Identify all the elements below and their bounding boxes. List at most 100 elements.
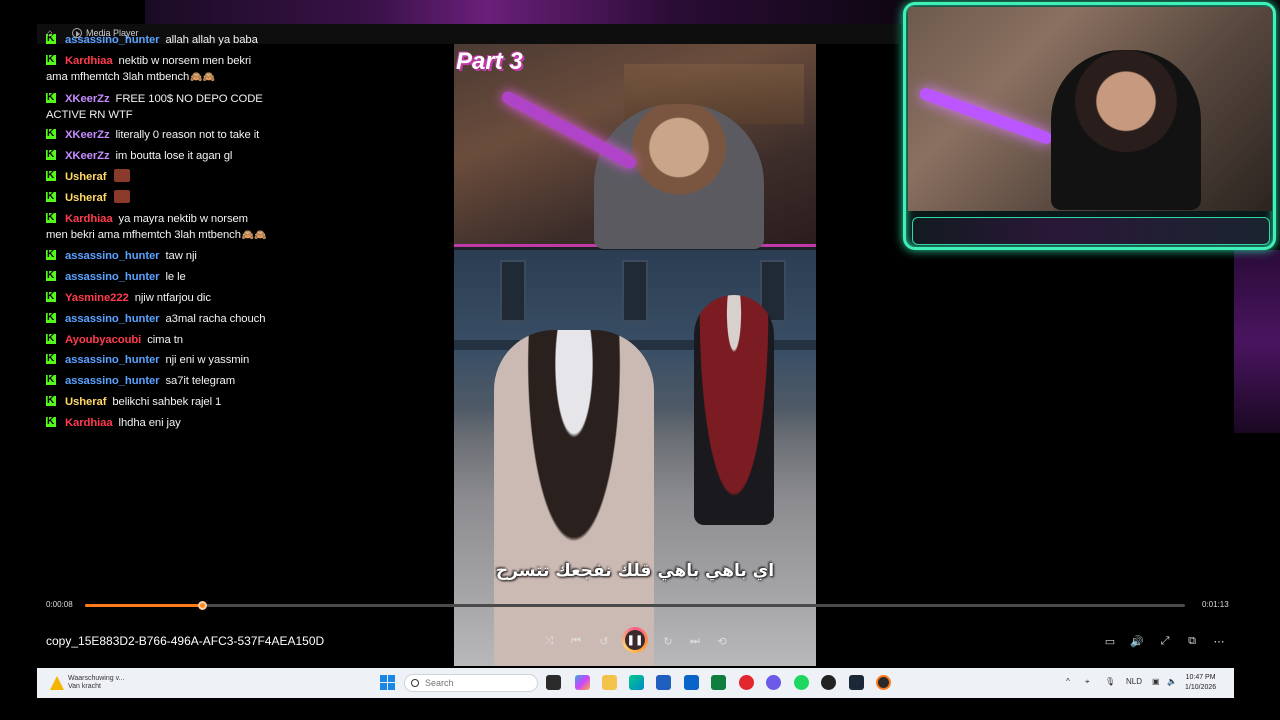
seek-bar-handle[interactable] bbox=[197, 601, 207, 610]
video-frame[interactable]: Part 3 اي باهي باهي قلك نفجعك تتسرح bbox=[454, 44, 816, 666]
chat-message: Usheraf bbox=[46, 168, 271, 185]
pause-button[interactable]: ❚❚ bbox=[622, 627, 648, 653]
spotify-icon[interactable] bbox=[794, 675, 809, 690]
chat-text: sa7it telegram bbox=[165, 375, 236, 388]
chat-username[interactable]: Usheraf bbox=[65, 396, 106, 408]
steam-icon[interactable] bbox=[849, 675, 864, 690]
home-icon[interactable]: ⌂ bbox=[47, 28, 57, 39]
store-icon[interactable] bbox=[656, 675, 671, 690]
chat-message: Usheraf belikchi sahbek rajel 1 bbox=[46, 393, 271, 410]
chat-username[interactable]: assassino_hunter bbox=[65, 250, 160, 262]
rewind-10-icon[interactable]: ↺ bbox=[595, 632, 613, 650]
task-view-icon[interactable] bbox=[546, 675, 561, 690]
kick-badge-icon bbox=[46, 393, 56, 409]
clock-date: 1/10/2026 bbox=[1185, 684, 1217, 691]
outlook-icon[interactable] bbox=[684, 675, 699, 690]
kick-badge-icon bbox=[46, 351, 56, 367]
shuffle-icon[interactable]: ⤨ bbox=[540, 632, 558, 650]
chat-username[interactable]: assassino_hunter bbox=[65, 271, 160, 283]
fullscreen-icon[interactable]: ⤢ bbox=[1156, 632, 1174, 650]
game-character-white-beanie bbox=[494, 330, 654, 666]
chat-panel: assassino_hunter allah allah ya baba Kardh… bbox=[46, 31, 271, 436]
kick-badge-icon bbox=[46, 210, 56, 226]
language-indicator[interactable]: NLD bbox=[1126, 677, 1142, 686]
edge-browser-icon[interactable] bbox=[629, 675, 644, 690]
mini-player-icon[interactable]: ⧉ bbox=[1183, 632, 1201, 650]
warning-icon bbox=[50, 676, 64, 690]
next-icon[interactable]: ⏭ bbox=[686, 632, 704, 650]
tray-overflow-icon[interactable]: ^ bbox=[1066, 677, 1070, 686]
chat-username[interactable]: assassino_hunter bbox=[65, 313, 160, 325]
chat-message: Ayoubyacoubi cima tn bbox=[46, 331, 271, 348]
network-icon[interactable]: ▣ bbox=[1152, 677, 1160, 686]
kick-badge-icon bbox=[46, 268, 56, 284]
kick-badge-icon bbox=[46, 168, 56, 184]
file-explorer-icon[interactable] bbox=[602, 675, 617, 690]
location-icon[interactable]: ⌖ bbox=[1085, 677, 1090, 687]
chat-username[interactable]: Usheraf bbox=[65, 171, 106, 183]
kick-badge-icon bbox=[46, 147, 56, 163]
taskbar-search[interactable] bbox=[404, 674, 538, 692]
kick-badge-icon bbox=[46, 189, 56, 205]
kick-badge-icon bbox=[46, 52, 56, 68]
chat-message: assassino_hunter nji eni w yassmin bbox=[46, 351, 271, 368]
obs-icon[interactable] bbox=[821, 675, 836, 690]
opera-icon[interactable] bbox=[739, 675, 754, 690]
chat-username[interactable]: Yasmine222 bbox=[65, 292, 129, 304]
chat-username[interactable]: XKeerZz bbox=[65, 129, 110, 141]
chat-username[interactable]: assassino_hunter bbox=[65, 354, 160, 366]
forward-30-icon[interactable]: ↻ bbox=[659, 632, 677, 650]
chat-username[interactable]: Kardhiaa bbox=[65, 213, 113, 225]
more-options-icon[interactable]: ⋯ bbox=[1210, 632, 1228, 650]
repeat-off-icon[interactable]: ⟲ bbox=[713, 632, 731, 650]
previous-icon[interactable]: ⏮ bbox=[567, 632, 585, 650]
start-button-windows-icon[interactable] bbox=[380, 675, 395, 690]
weather-warning-widget[interactable]: Waarschuwing v... Van kracht bbox=[50, 672, 150, 694]
microphone-icon[interactable]: 🎙 bbox=[1105, 677, 1115, 686]
volume-icon[interactable]: 🔊 bbox=[1128, 632, 1146, 650]
discord-icon[interactable] bbox=[766, 675, 781, 690]
chat-emote bbox=[114, 168, 131, 182]
chat-text: allah allah ya baba bbox=[165, 34, 258, 46]
chat-message: Kardhiaa lhdha eni jay bbox=[46, 414, 271, 431]
total-time: 0:01:13 bbox=[1202, 600, 1229, 609]
chat-username[interactable]: Ayoubyacoubi bbox=[65, 334, 141, 346]
kick-badge-icon bbox=[46, 372, 56, 388]
system-clock[interactable]: 10:47 PM 1/10/2026 bbox=[1185, 673, 1216, 693]
warning-title: Waarschuwing v... bbox=[68, 675, 125, 682]
kick-badge-icon bbox=[46, 90, 56, 106]
chat-message: XKeerZz im boutta lose it agan gl bbox=[46, 147, 271, 164]
facecam-overlay bbox=[903, 2, 1276, 250]
seek-bar-progress bbox=[85, 604, 202, 607]
seek-bar[interactable] bbox=[85, 601, 1185, 610]
chat-username[interactable]: XKeerZz bbox=[65, 150, 110, 162]
kick-badge-icon bbox=[46, 414, 56, 430]
current-time: 0:00:08 bbox=[46, 600, 73, 609]
copilot-icon[interactable] bbox=[575, 675, 590, 690]
taskbar-search-input[interactable] bbox=[425, 678, 525, 688]
chat-username[interactable]: XKeerZz bbox=[65, 93, 110, 105]
chat-username[interactable]: Usheraf bbox=[65, 192, 106, 204]
media-player-logo-icon bbox=[72, 28, 82, 38]
pause-icon: ❚❚ bbox=[625, 630, 645, 650]
chat-username[interactable]: Kardhiaa bbox=[65, 55, 113, 67]
chat-text: lhdha eni jay bbox=[118, 416, 181, 429]
search-icon bbox=[411, 679, 419, 687]
media-player-app-icon[interactable] bbox=[876, 675, 891, 690]
subtitles-icon[interactable]: ▭ bbox=[1101, 632, 1119, 650]
facecam-streamer-figure bbox=[1051, 50, 1201, 210]
terminal-icon[interactable] bbox=[711, 675, 726, 690]
chat-text: nji eni w yassmin bbox=[165, 354, 250, 367]
chat-username[interactable]: assassino_hunter bbox=[65, 375, 160, 387]
warning-subtitle: Van kracht bbox=[68, 683, 101, 690]
game-character-red-jacket bbox=[694, 295, 774, 525]
top-glow-background bbox=[145, 0, 905, 24]
window-title: Media Player bbox=[86, 28, 139, 38]
chat-message: assassino_hunter sa7it telegram bbox=[46, 372, 271, 389]
right-glow-background bbox=[1234, 250, 1280, 433]
chat-username[interactable]: Kardhiaa bbox=[65, 417, 113, 429]
speaker-icon[interactable]: 🔈 bbox=[1167, 677, 1177, 686]
chat-message: XKeerZz literally 0 reason not to take it bbox=[46, 126, 271, 143]
chat-message: assassino_hunter a3mal racha chouch bbox=[46, 310, 271, 327]
chat-message: Kardhiaanektib w norsem men bekri ama mf… bbox=[46, 52, 271, 86]
